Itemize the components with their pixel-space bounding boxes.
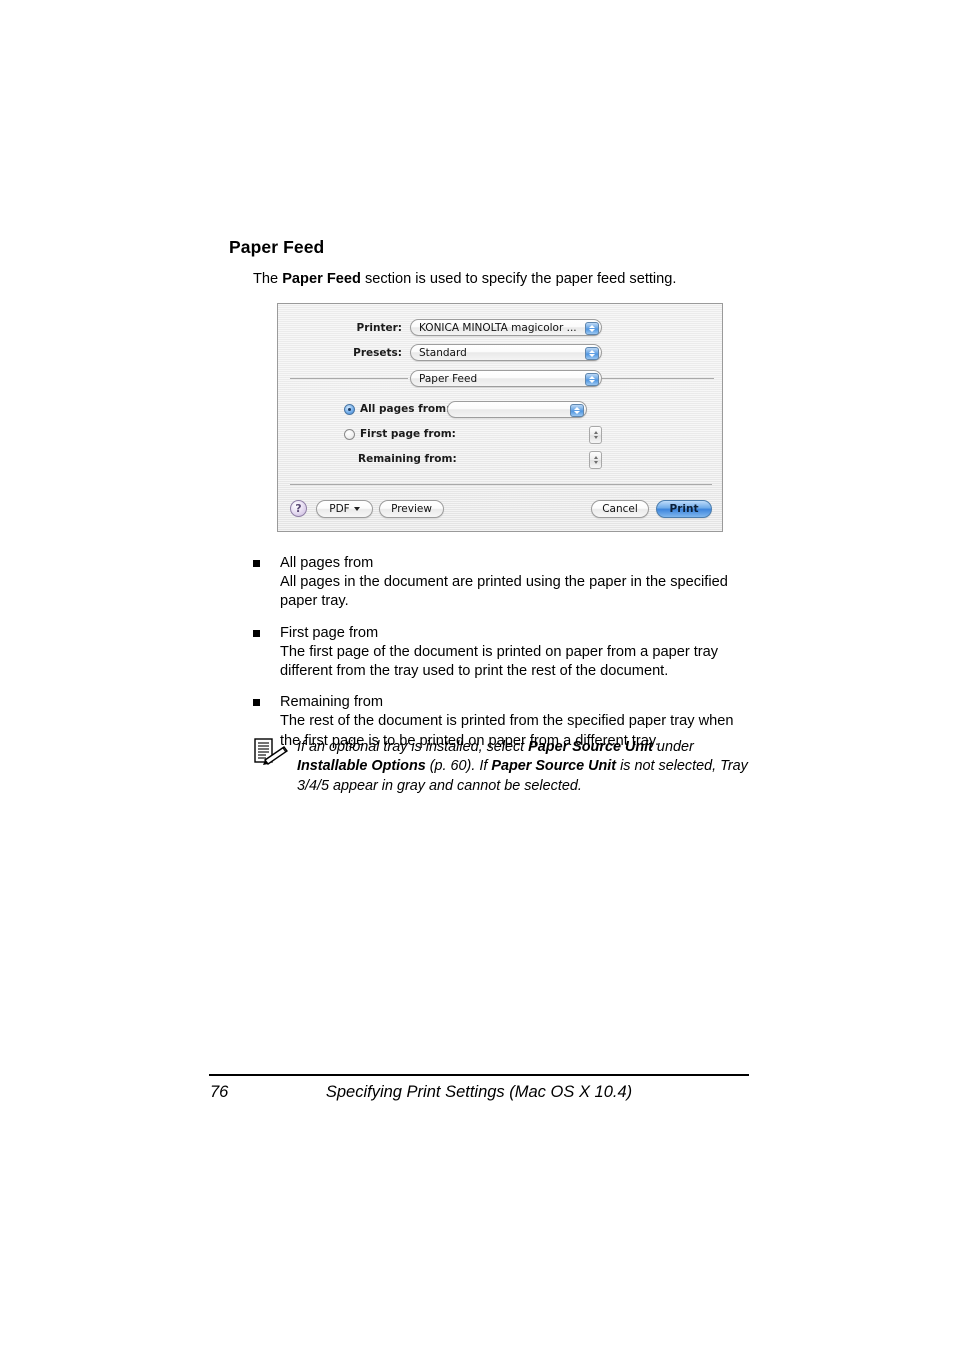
note-part-2: under	[652, 739, 694, 755]
printer-row: Printer: KONICA MINOLTA magicolor ...	[326, 319, 670, 336]
preview-button-label: Preview	[391, 503, 432, 515]
first-page-label: First page from:	[360, 428, 456, 440]
print-dialog: Printer: KONICA MINOLTA magicolor ... Pr…	[277, 303, 723, 532]
chevron-updown-icon	[585, 372, 599, 386]
note-text: If an optional tray is installed, select…	[297, 738, 749, 796]
chevron-updown-icon	[570, 403, 584, 417]
presets-label: Presets:	[353, 346, 402, 359]
intro-suffix: section is used to specify the paper fee…	[360, 271, 677, 287]
first-page-tray-stepper[interactable]	[589, 426, 602, 444]
caret-down-icon	[353, 507, 360, 511]
square-bullet-icon	[253, 699, 260, 707]
note-pencil-icon	[254, 738, 288, 765]
pane-divider-left	[290, 378, 408, 379]
cancel-button-label: Cancel	[602, 503, 638, 515]
note-part-3: (p. 60). If	[425, 758, 492, 775]
bullet-term: Remaining from	[280, 694, 384, 711]
printer-value: KONICA MINOLTA magicolor ...	[419, 321, 577, 334]
bullet-list: All pages from All pages in the document…	[253, 554, 753, 763]
printer-popup[interactable]: KONICA MINOLTA magicolor ...	[410, 319, 602, 336]
preview-button[interactable]: Preview	[379, 500, 444, 518]
remaining-row: Remaining from:	[358, 453, 457, 465]
print-button-label: Print	[669, 503, 699, 515]
note-bold-1: Paper Source Unit	[528, 739, 653, 755]
first-page-radio[interactable]	[344, 428, 355, 440]
list-item: All pages from All pages in the document…	[253, 554, 753, 612]
presets-row: Presets: Standard	[326, 344, 670, 361]
note-part-1: If an optional tray is installed, select	[297, 739, 529, 755]
footer-divider	[290, 484, 712, 485]
pane-divider-right	[602, 378, 714, 379]
square-bullet-icon	[253, 629, 260, 637]
list-item: First page from The first page of the do…	[253, 624, 753, 682]
pane-value: Paper Feed	[419, 372, 478, 385]
cancel-button[interactable]: Cancel	[591, 500, 649, 518]
bullet-term: First page from	[280, 624, 379, 641]
pdf-button[interactable]: PDF	[316, 500, 373, 518]
bullet-term: All pages from	[280, 555, 374, 571]
all-pages-row[interactable]: All pages from:	[344, 403, 450, 415]
pane-popup[interactable]: Paper Feed	[410, 370, 602, 387]
all-pages-label: All pages from:	[360, 403, 451, 415]
intro-paragraph: The Paper Feed section is used to specif…	[253, 270, 676, 289]
running-head: Specifying Print Settings (Mac OS X 10.4…	[325, 1083, 633, 1101]
intro-prefix: The	[253, 271, 283, 287]
pdf-button-label: PDF	[329, 503, 350, 515]
help-button[interactable]: ?	[290, 500, 307, 517]
square-bullet-icon	[253, 560, 260, 567]
chevron-updown-icon	[585, 346, 599, 360]
manual-page: Paper Feed The Paper Feed section is use…	[0, 0, 954, 1350]
intro-bold-term: Paper Feed	[282, 271, 361, 287]
presets-value: Standard	[419, 346, 467, 359]
first-page-row[interactable]: First page from:	[344, 428, 456, 440]
note-bold-2: Installable Options	[297, 758, 426, 775]
print-button[interactable]: Print	[656, 500, 712, 518]
note-block: If an optional tray is installed, select…	[253, 738, 749, 796]
remaining-tray-stepper[interactable]	[589, 451, 602, 469]
remaining-label: Remaining from:	[358, 453, 457, 465]
printer-label: Printer:	[356, 321, 402, 334]
page-title: Paper Feed	[229, 237, 325, 257]
all-pages-tray-popup[interactable]	[447, 401, 587, 418]
note-bold-3: Paper Source Unit	[491, 758, 617, 775]
chevron-updown-icon	[585, 321, 599, 335]
footer-rule	[209, 1074, 749, 1076]
bullet-desc: All pages in the document are printed us…	[280, 574, 728, 610]
bullet-desc: The first page of the document is printe…	[280, 643, 719, 680]
all-pages-radio[interactable]	[344, 403, 355, 415]
presets-popup[interactable]: Standard	[410, 344, 602, 361]
